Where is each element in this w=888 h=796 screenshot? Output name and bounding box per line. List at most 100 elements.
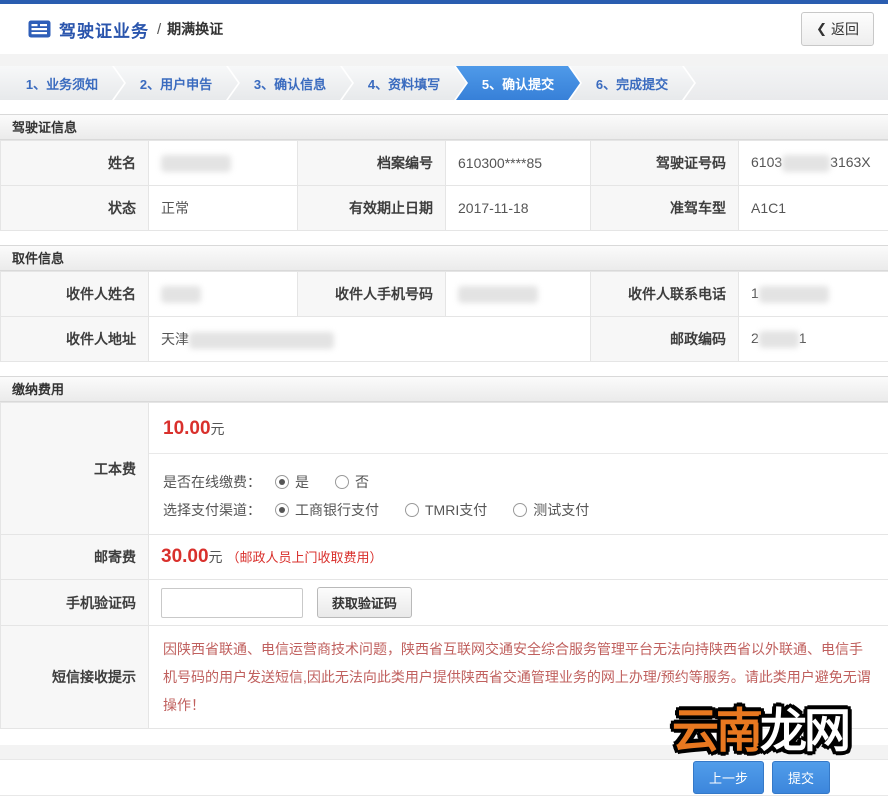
- main-content: 1、业务须知 2、用户申告 3、确认信息 4、资料填写 5、确认提交 6、完成提…: [0, 66, 888, 745]
- expiry-label: 有效期止日期: [298, 186, 446, 231]
- section-title-pickup: 取件信息: [0, 245, 888, 271]
- payment-table: 工本费 10.00元 是否在线缴费： 是 否 选择支付渠道： 工商银行支付 TM…: [0, 402, 888, 729]
- captcha-input[interactable]: [161, 588, 303, 618]
- online-pay-row: 是否在线缴费： 是 否: [163, 472, 874, 492]
- payment-options: 是否在线缴费： 是 否 选择支付渠道： 工商银行支付 TMRI支付 测试支付: [149, 454, 888, 534]
- step-tab-5-active[interactable]: 5、确认提交: [456, 66, 580, 100]
- step-label: 6、完成提交: [596, 74, 668, 93]
- channel-icbc-label: 工商银行支付: [295, 500, 379, 520]
- pay-channel-row: 选择支付渠道： 工商银行支付 TMRI支付 测试支付: [163, 500, 874, 520]
- pay-channel-label: 选择支付渠道：: [163, 500, 261, 520]
- postage-unit: 元: [209, 549, 223, 565]
- footer-action-bar: 上一步 提交: [0, 759, 888, 796]
- file-number-label: 档案编号: [298, 141, 446, 186]
- previous-step-button[interactable]: 上一步: [693, 761, 764, 794]
- back-chevron-icon: ❮: [816, 21, 827, 37]
- step-label: 2、用户申告: [140, 74, 212, 93]
- step-label: 5、确认提交: [482, 74, 554, 93]
- name-label: 姓名: [1, 141, 149, 186]
- vehicle-class-label: 准驾车型: [591, 186, 739, 231]
- online-pay-yes-label: 是: [295, 472, 309, 492]
- table-row: 收件人地址 天津 邮政编码 21: [1, 317, 888, 362]
- radio-tmri[interactable]: [405, 503, 419, 517]
- postage-label: 邮寄费: [1, 535, 149, 580]
- get-captcha-button[interactable]: 获取验证码: [317, 587, 412, 618]
- postage-cell: 30.00元（邮政人员上门收取费用）: [149, 535, 888, 580]
- redacted-value: [759, 331, 799, 348]
- channel-test-label: 测试支付: [533, 500, 589, 520]
- fee-label: 工本费: [1, 403, 149, 535]
- table-row: 短信接收提示 因陕西省联通、电信运营商技术问题，陕西省互联网交通安全综合服务管理…: [1, 626, 888, 729]
- license-number-label: 驾驶证号码: [591, 141, 739, 186]
- back-button-label: 返回: [831, 19, 859, 39]
- sms-notice-text: 因陕西省联通、电信运营商技术问题，陕西省互联网交通安全综合服务管理平台无法向持陕…: [149, 626, 888, 728]
- step-label: 4、资料填写: [368, 74, 440, 93]
- channel-tmri-option[interactable]: TMRI支付: [405, 500, 487, 520]
- online-pay-label: 是否在线缴费：: [163, 472, 261, 492]
- recipient-name-label: 收件人姓名: [1, 272, 149, 317]
- postage-note: （邮政人员上门收取费用）: [227, 550, 383, 565]
- expiry-value: 2017-11-18: [446, 186, 591, 231]
- step-tab-3[interactable]: 3、确认信息: [228, 66, 352, 100]
- step-label: 3、确认信息: [254, 74, 326, 93]
- sms-notice-label: 短信接收提示: [1, 626, 149, 729]
- sms-notice-cell: 因陕西省联通、电信运营商技术问题，陕西省互联网交通安全综合服务管理平台无法向持陕…: [149, 626, 888, 729]
- radio-yes-checked[interactable]: [275, 475, 289, 489]
- vehicle-class-value: A1C1: [739, 186, 888, 231]
- fee-unit: 元: [211, 421, 225, 437]
- recipient-address-value: 天津: [149, 317, 591, 362]
- channel-test-option[interactable]: 测试支付: [513, 500, 589, 520]
- recipient-phone-label: 收件人联系电话: [591, 272, 739, 317]
- step-tab-1[interactable]: 1、业务须知: [0, 66, 124, 100]
- recipient-phone-value: 1: [739, 272, 888, 317]
- table-row: 姓名 档案编号 610300****85 驾驶证号码 61033163X: [1, 141, 888, 186]
- footer-gap: [0, 745, 888, 759]
- radio-no[interactable]: [335, 475, 349, 489]
- redacted-value: [161, 155, 231, 172]
- redacted-value: [458, 286, 538, 303]
- step-label: 1、业务须知: [26, 74, 98, 93]
- submit-button[interactable]: 提交: [772, 761, 830, 794]
- online-pay-yes-option[interactable]: 是: [275, 472, 309, 492]
- recipient-mobile-label: 收件人手机号码: [298, 272, 446, 317]
- file-number-value: 610300****85: [446, 141, 591, 186]
- captcha-label: 手机验证码: [1, 580, 149, 626]
- license-card-icon: [28, 20, 51, 38]
- channel-tmri-label: TMRI支付: [425, 500, 487, 520]
- captcha-cell: 获取验证码: [149, 580, 888, 626]
- table-row: 工本费 10.00元 是否在线缴费： 是 否 选择支付渠道： 工商银行支付 TM…: [1, 403, 888, 535]
- back-button[interactable]: ❮ 返回: [801, 12, 874, 46]
- redacted-value: [759, 286, 829, 303]
- postal-code-value: 21: [739, 317, 888, 362]
- step-tab-4[interactable]: 4、资料填写: [342, 66, 466, 100]
- redacted-value: [161, 286, 201, 303]
- step-bar-filler: [684, 66, 888, 100]
- step-tab-2[interactable]: 2、用户申告: [114, 66, 238, 100]
- radio-test[interactable]: [513, 503, 527, 517]
- table-row: 收件人姓名 收件人手机号码 收件人联系电话 1: [1, 272, 888, 317]
- channel-icbc-option[interactable]: 工商银行支付: [275, 500, 379, 520]
- redacted-value: [189, 332, 334, 349]
- step-tab-6[interactable]: 6、完成提交: [570, 66, 694, 100]
- recipient-mobile-value: [446, 272, 591, 317]
- fee-cell: 10.00元 是否在线缴费： 是 否 选择支付渠道： 工商银行支付 TMRI支付…: [149, 403, 888, 535]
- section-title-license: 驾驶证信息: [0, 114, 888, 140]
- table-row: 手机验证码 获取验证码: [1, 580, 888, 626]
- page-header: 驾驶证业务 / 期满换证 ❮ 返回: [0, 4, 888, 54]
- name-value: [149, 141, 298, 186]
- breadcrumb: 驾驶证业务 / 期满换证: [28, 17, 223, 42]
- fee-amount: 10.00: [163, 418, 211, 439]
- header-gap: [0, 54, 888, 66]
- breadcrumb-current: 期满换证: [167, 19, 223, 39]
- breadcrumb-separator: /: [157, 21, 161, 38]
- fee-price-line: 10.00元: [149, 403, 888, 454]
- status-label: 状态: [1, 186, 149, 231]
- online-pay-no-option[interactable]: 否: [335, 472, 369, 492]
- online-pay-no-label: 否: [355, 472, 369, 492]
- recipient-name-value: [149, 272, 298, 317]
- redacted-value: [782, 155, 830, 172]
- step-progress: 1、业务须知 2、用户申告 3、确认信息 4、资料填写 5、确认提交 6、完成提…: [0, 66, 888, 100]
- recipient-address-label: 收件人地址: [1, 317, 149, 362]
- status-value: 正常: [149, 186, 298, 231]
- radio-icbc-checked[interactable]: [275, 503, 289, 517]
